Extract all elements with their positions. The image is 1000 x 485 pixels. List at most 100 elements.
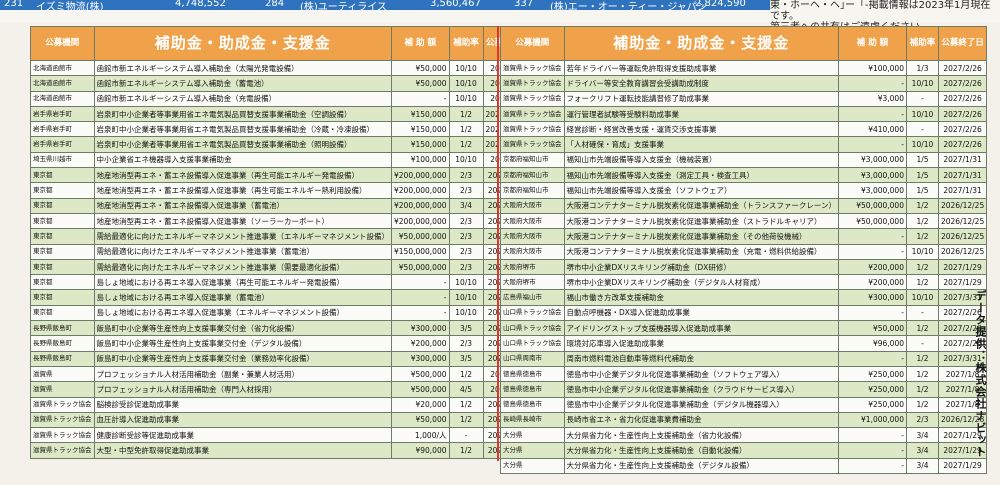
cell-name: 健康診断受診等促進助成事業 — [93, 427, 392, 444]
table-row: 東京都 地産地消型再エネ・蓄エネ設備導入促進事業（再生可能エネルギー発電設備） ¥2… — [30, 167, 532, 184]
cell-rate: 10/10 — [905, 75, 939, 92]
cell-org: 大阪府大阪市 — [500, 228, 565, 245]
cell-name: 飯島町中小企業等生産性向上支援事業交付金（業務効率化設備） — [93, 350, 392, 367]
cell-amount: ¥300,000 — [391, 320, 450, 337]
cell-rate: 2/3 — [905, 411, 939, 429]
cell-rate: 3/4 — [905, 442, 939, 459]
cell-rate: 1/5 — [905, 182, 939, 199]
top-entry-name: (株)ユーティライス — [300, 2, 387, 13]
cell-deadline: 2027/2/26 — [937, 59, 988, 77]
table-body-left: 北海道函館市 函館市新エネルギーシステム導入補助金（太陽光発電設備） ¥50,000… — [30, 59, 532, 459]
cell-name: 大分県省力化・生産性向上支援補助金（自動化設備） — [563, 442, 839, 459]
table-row: 大分県 大分県省力化・生産性向上支援補助金（デジタル設備） -3/4 2027/1/2… — [500, 457, 988, 475]
table-row: 滋賀県トラック協会 フォークリフト運転技能講習修了助成事業 ¥3,000-2027/… — [500, 90, 988, 107]
top-entry-value: 3,560,467 — [430, 0, 481, 9]
top-note-line: 東・ホーヘ・ヘ｣ー「-掲載情報は2023年1月現在です。 — [770, 0, 991, 22]
cell-amount: - — [837, 136, 907, 153]
cell-amount: ¥250,000 — [837, 365, 907, 383]
cell-deadline: 2026/12/25 — [937, 228, 988, 245]
cell-amount: ¥100,000 — [837, 59, 907, 77]
cell-rate: 10/10 — [905, 136, 939, 153]
cell-deadline: 2027/1/31 — [937, 182, 988, 199]
cell-rate: 1/2 — [905, 258, 939, 276]
cell-org: 長野県飯島町 — [30, 350, 95, 367]
top-entry-name: (株)エー・オー・ティー・ジャパン — [550, 2, 708, 13]
table-row: 長野県飯島町 飯島町中小企業等生産性向上支援事業交付金（業務効率化設備） ¥300,… — [30, 350, 532, 367]
cell-org: 北海道函館市 — [30, 75, 95, 92]
cell-name: 島しょ地域における再エネ導入促進事業（再生可能エネルギー発電設備） — [93, 274, 392, 291]
cell-rate: 1/2 — [905, 197, 939, 214]
cell-rate: 1/2 — [905, 274, 939, 291]
cell-amount: ¥200,000,000 — [391, 212, 450, 230]
cell-rate: 1/2 — [448, 121, 484, 138]
cell-amount: 1,000/人 — [391, 427, 450, 444]
table-row: 大阪府堺市 堺市中小企業DXリスキリング補助金（デジタル人材育成） ¥200,000… — [500, 274, 988, 291]
cell-amount: ¥150,000,000 — [391, 243, 450, 260]
cell-deadline: 2027/2/26 — [937, 75, 988, 92]
cell-amount: ¥90,000 — [391, 442, 450, 459]
table-row: 滋賀県トラック協会血圧計導入促進助成事業¥50,0001/22027/2/26 — [30, 411, 532, 429]
cell-amount: - — [391, 304, 450, 322]
cell-org: 滋賀県トラック協会 — [500, 105, 565, 123]
cell-org: 山口県トラック協会 — [500, 335, 565, 352]
cell-rate: 1/2 — [905, 365, 939, 383]
cell-org: 東京都 — [30, 182, 95, 199]
table-row: 山口県周南市 周南市燃料電池自動車等燃料代補助金 -1/2 2027/3/31 — [500, 350, 988, 367]
cell-name: 岩泉町中小企業者等事業用省エネ電気製品買替支援事業補助金（冷蔵・冷凍設備） — [93, 121, 392, 138]
cell-rate: 2/3 — [448, 243, 484, 260]
top-entry-name: イズミ物流(株) — [36, 2, 104, 13]
cell-deadline: 2027/1/29 — [937, 457, 988, 475]
cell-org: 京都府福知山市 — [500, 182, 565, 199]
cell-org: 大分県 — [500, 427, 565, 444]
cell-rate: 1/2 — [905, 396, 939, 413]
cell-deadline: 2026/12/25 — [937, 212, 988, 230]
cell-rate: 1/2 — [448, 105, 484, 123]
cell-org: 北海道函館市 — [30, 90, 95, 107]
subsidy-table-right: 公募機関 補助金・助成金・支援金 補 助 額 補助率 公募終了日 滋賀県トラック… — [500, 26, 988, 475]
table-row: 東京都 地産地消型再エネ・蓄エネ設備導入促進事業（ソーラーカーポート） ¥200,0… — [30, 212, 532, 230]
table-row: 滋賀県トラック協会脳検診受診促進助成事業¥20,0001/22027/2/26 — [30, 396, 532, 413]
cell-rate: 2/3 — [448, 228, 484, 245]
cell-org: 滋賀県トラック協会 — [500, 59, 565, 77]
cell-org: 岩手県岩手町 — [30, 121, 95, 138]
cell-name: 脳検診受診促進助成事業 — [93, 396, 392, 413]
cell-amount: ¥200,000,000 — [391, 167, 450, 184]
cell-name: 徳島市中小企業デジタル化促進事業補助金（ソフトウェア導入） — [563, 365, 839, 383]
table-row: 徳島県徳島市 徳島市中小企業デジタル化促進事業補助金（ソフトウェア導入） ¥250,… — [500, 365, 988, 383]
cell-name: 大阪港コンテナターミナル脱炭素化促進事業補助金（充電・燃料供給設備） — [563, 243, 839, 260]
cell-rate: 3/5 — [448, 320, 484, 337]
cell-rate: - — [905, 304, 939, 322]
cell-name: 飯島町中小企業等生産性向上支援事業交付金（デジタル設備） — [93, 335, 392, 352]
cell-amount: - — [837, 105, 907, 123]
cell-name: 大型・中型免許取得促進助成事業 — [93, 442, 392, 459]
cell-org: 岩手県岩手町 — [30, 136, 95, 153]
cell-deadline: 2027/1/29 — [937, 258, 988, 276]
cell-name: 大阪港コンテナターミナル脱炭素化促進事業補助金（トランスファークレーン） — [563, 197, 839, 214]
cell-rate: 4/5 — [448, 381, 484, 398]
cell-amount: ¥1,000,000 — [837, 411, 907, 429]
cell-name: 地産地消型再エネ・蓄エネ設備導入促進事業（ソーラーカーポート） — [93, 212, 392, 230]
cell-amount: - — [837, 457, 907, 475]
cell-amount: ¥300,000 — [837, 289, 907, 306]
cell-name: 中小企業省エネ機器導入支援事業補助金 — [93, 151, 392, 169]
cell-rate: 10/10 — [448, 274, 484, 291]
cell-name: 岩泉町中小企業者等事業用省エネ電気製品買替支援事業補助金（照明設備） — [93, 136, 392, 153]
cell-amount: ¥3,000,000 — [837, 182, 907, 199]
cell-deadline: 2026/12/25 — [937, 243, 988, 260]
table-body-right: 滋賀県トラック協会 若年ドライバー等運転免許取得支援助成事業 ¥100,000 1/3… — [500, 59, 988, 475]
cell-org: 大阪府堺市 — [500, 258, 565, 276]
cell-name: 大分県省力化・生産性向上支援補助金（デジタル設備） — [563, 457, 839, 475]
cell-name: プロフェッショナル人材活用補助金（専門人材採用） — [93, 381, 392, 398]
table-row: 滋賀県トラック協会 若年ドライバー等運転免許取得支援助成事業 ¥100,000 1/3… — [500, 59, 988, 77]
cell-name: 経営診断・経営改善支援・運賃交渉支援事業 — [563, 121, 839, 138]
cell-org: 徳島県徳島市 — [500, 381, 565, 398]
cell-rate: 1/2 — [448, 411, 484, 429]
cell-org: 滋賀県トラック協会 — [500, 136, 565, 153]
cell-rate: 1/2 — [905, 381, 939, 398]
cell-name: ドライバー等安全教育講習会受講助成制度 — [563, 75, 839, 92]
table-row: 東京都 需給最適化に向けたエネルギーマネジメント推進事業（エネルギーマネジメント設… — [30, 228, 532, 245]
cell-name: 函館市新エネルギーシステム導入補助金（蓄電池） — [93, 75, 392, 92]
table-row: 徳島県徳島市 徳島市中小企業デジタル化促進事業補助金（クラウドサービス導入） ¥25… — [500, 381, 988, 398]
header-title: 補助金・助成金・支援金 — [563, 26, 839, 61]
cell-org: 山口県周南市 — [500, 350, 565, 367]
